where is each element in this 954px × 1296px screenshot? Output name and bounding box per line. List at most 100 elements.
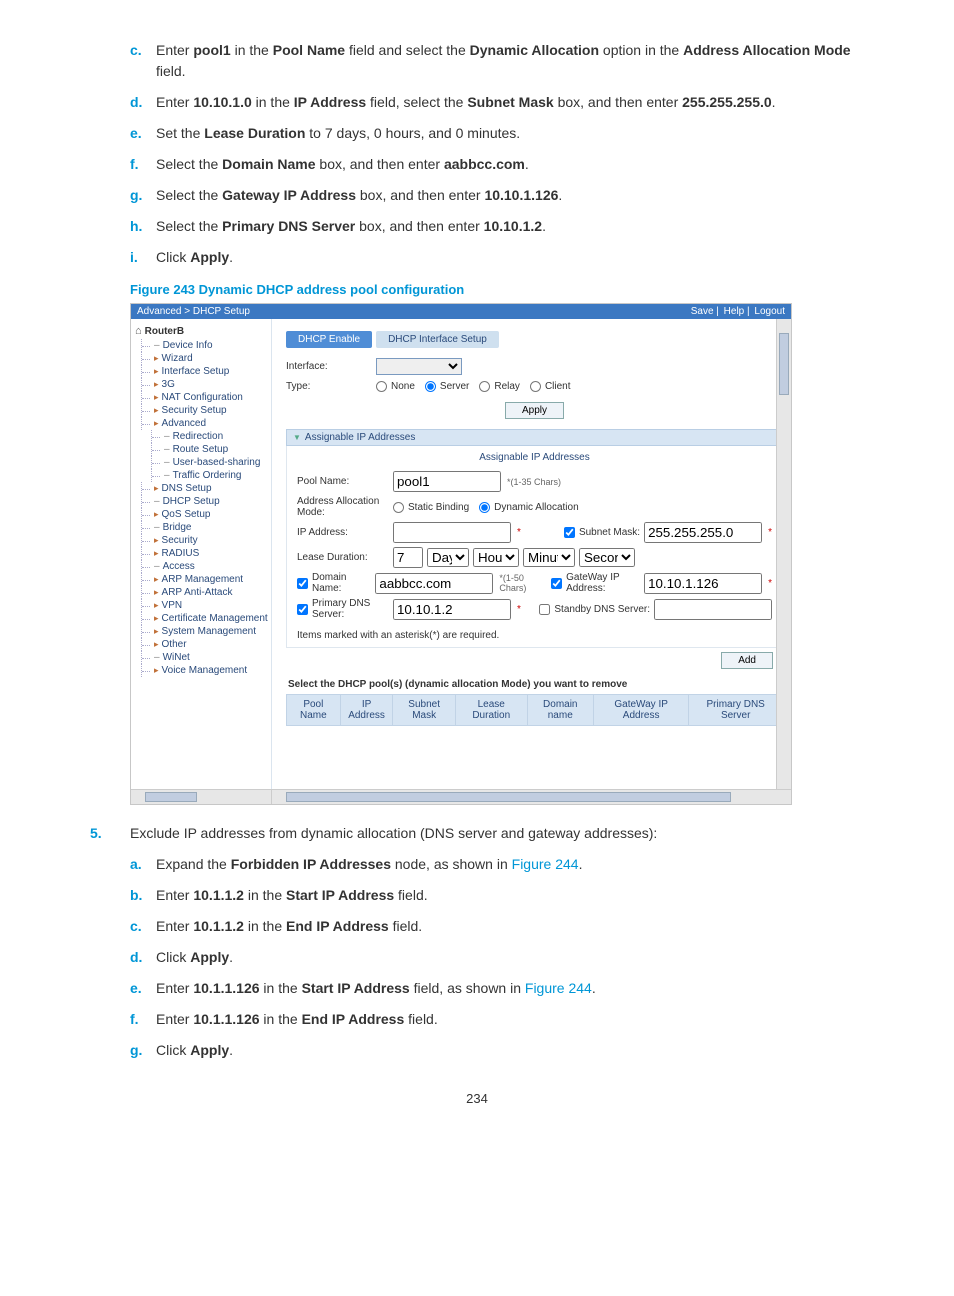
standby-dns-label: Standby DNS Server: bbox=[554, 604, 650, 615]
folder-icon: ▸ bbox=[154, 392, 159, 402]
nav-item[interactable]: ▸Advanced bbox=[141, 417, 271, 430]
nav-item[interactable]: ▸DNS Setup bbox=[141, 482, 271, 495]
gateway-checkbox[interactable] bbox=[551, 578, 562, 589]
add-button[interactable]: Add bbox=[721, 652, 773, 669]
table-header: Primary DNS Server bbox=[689, 695, 783, 726]
subnet-mask-checkbox[interactable] bbox=[564, 527, 575, 538]
nav-item[interactable]: –WiNet bbox=[141, 651, 271, 664]
step-marker: a. bbox=[130, 854, 142, 875]
help-link[interactable]: Help bbox=[724, 306, 745, 317]
lease-hour-unit[interactable]: Hour bbox=[473, 548, 519, 567]
folder-icon: ▸ bbox=[154, 574, 159, 584]
nav-tree[interactable]: RouterB –Device Info▸Wizard▸Interface Se… bbox=[131, 319, 272, 789]
nav-item[interactable]: –DHCP Setup bbox=[141, 495, 271, 508]
subnet-mask-input[interactable] bbox=[644, 522, 762, 543]
standby-dns-input[interactable] bbox=[654, 599, 772, 620]
ip-address-label: IP Address: bbox=[297, 527, 389, 538]
folder-icon: ▸ bbox=[154, 626, 159, 636]
content-pane: DHCP Enable DHCP Interface Setup Interfa… bbox=[272, 319, 791, 789]
ip-address-input[interactable] bbox=[393, 522, 511, 543]
domain-name-input[interactable] bbox=[375, 573, 493, 594]
leaf-dash-icon: – bbox=[154, 496, 160, 507]
nav-item[interactable]: ▸Security Setup bbox=[141, 404, 271, 417]
type-radio-relay[interactable]: Relay bbox=[479, 381, 520, 392]
domain-name-checkbox[interactable] bbox=[297, 578, 308, 589]
nav-label: NAT Configuration bbox=[162, 392, 243, 403]
nav-item[interactable]: ▸VPN bbox=[141, 599, 271, 612]
nav-item[interactable]: –Bridge bbox=[141, 521, 271, 534]
radio-input[interactable] bbox=[530, 381, 541, 392]
nav-item[interactable]: ▸System Management bbox=[141, 625, 271, 638]
tab-dhcp-interface-setup[interactable]: DHCP Interface Setup bbox=[376, 331, 499, 348]
leaf-dash-icon: – bbox=[154, 561, 160, 572]
apply-button[interactable]: Apply bbox=[505, 402, 564, 419]
nav-label: Advanced bbox=[162, 418, 206, 429]
instruction-item: a.Expand the Forbidden IP Addresses node… bbox=[130, 854, 864, 875]
radio-input[interactable] bbox=[479, 381, 490, 392]
primary-dns-checkbox[interactable] bbox=[297, 604, 308, 615]
nav-item[interactable]: ▸NAT Configuration bbox=[141, 391, 271, 404]
panel-title: Assignable IP Addresses bbox=[297, 452, 772, 463]
top-links: Save | Help | Logout bbox=[689, 306, 785, 317]
nav-item[interactable]: –Access bbox=[141, 560, 271, 573]
nav-item[interactable]: ▸Certificate Management bbox=[141, 612, 271, 625]
folder-icon: ▸ bbox=[154, 418, 159, 428]
vertical-scrollbar[interactable] bbox=[776, 319, 791, 789]
interface-select[interactable] bbox=[376, 358, 462, 375]
nav-item[interactable]: ▸3G bbox=[141, 378, 271, 391]
interface-label: Interface: bbox=[286, 361, 376, 372]
nav-item[interactable]: –User-based-sharing bbox=[151, 456, 271, 469]
nav-item[interactable]: ▸QoS Setup bbox=[141, 508, 271, 521]
logout-link[interactable]: Logout bbox=[754, 306, 785, 317]
radio-input[interactable] bbox=[376, 381, 387, 392]
section-header-assignable[interactable]: Assignable IP Addresses bbox=[286, 429, 783, 446]
step-marker: e. bbox=[130, 123, 142, 144]
nav-item[interactable]: ▸Wizard bbox=[141, 352, 271, 365]
instruction-item: d.Click Apply. bbox=[130, 947, 864, 968]
save-link[interactable]: Save bbox=[691, 306, 714, 317]
pool-name-input[interactable] bbox=[393, 471, 501, 492]
nav-label: Route Setup bbox=[173, 444, 229, 455]
lease-day-unit[interactable]: Day bbox=[427, 548, 469, 567]
horizontal-scrollbars[interactable] bbox=[131, 789, 791, 804]
nav-item[interactable]: ▸ARP Management bbox=[141, 573, 271, 586]
nav-item[interactable]: ▸RADIUS bbox=[141, 547, 271, 560]
leaf-dash-icon: – bbox=[164, 470, 170, 481]
type-radio-client[interactable]: Client bbox=[530, 381, 571, 392]
nav-item[interactable]: –Device Info bbox=[141, 339, 271, 352]
lease-day-input[interactable] bbox=[393, 547, 423, 568]
nav-item[interactable]: –Route Setup bbox=[151, 443, 271, 456]
step-text: Exclude IP addresses from dynamic alloca… bbox=[130, 825, 657, 841]
nav-label: Redirection bbox=[173, 431, 224, 442]
instruction-item: b.Enter 10.1.1.2 in the Start IP Address… bbox=[130, 885, 864, 906]
gateway-input[interactable] bbox=[644, 573, 762, 594]
nav-item[interactable]: ▸Other bbox=[141, 638, 271, 651]
nav-item[interactable]: ▸ARP Anti-Attack bbox=[141, 586, 271, 599]
radio-input[interactable] bbox=[425, 381, 436, 392]
nav-label: 3G bbox=[162, 379, 175, 390]
lease-second-unit[interactable]: Second bbox=[579, 548, 635, 567]
alloc-radio-static-binding[interactable]: Static Binding bbox=[393, 502, 469, 513]
device-root[interactable]: RouterB bbox=[131, 323, 271, 339]
alloc-mode-label: Address Allocation Mode: bbox=[297, 496, 389, 518]
standby-dns-checkbox[interactable] bbox=[539, 604, 550, 615]
nav-item[interactable]: ▸Interface Setup bbox=[141, 365, 271, 378]
radio-input[interactable] bbox=[479, 502, 490, 513]
folder-icon: ▸ bbox=[154, 587, 159, 597]
nav-item[interactable]: –Redirection bbox=[151, 430, 271, 443]
type-radio-server[interactable]: Server bbox=[425, 381, 469, 392]
nav-label: Security Setup bbox=[162, 405, 227, 416]
tab-dhcp-enable[interactable]: DHCP Enable bbox=[286, 331, 372, 348]
nav-item[interactable]: ▸Security bbox=[141, 534, 271, 547]
type-radio-none[interactable]: None bbox=[376, 381, 415, 392]
primary-dns-input[interactable] bbox=[393, 599, 511, 620]
page-number: 234 bbox=[90, 1091, 864, 1106]
nav-label: WiNet bbox=[163, 652, 190, 663]
nav-item[interactable]: ▸Voice Management bbox=[141, 664, 271, 677]
remove-note: Select the DHCP pool(s) (dynamic allocat… bbox=[288, 679, 783, 690]
instruction-item: c.Enter 10.1.1.2 in the End IP Address f… bbox=[130, 916, 864, 937]
nav-item[interactable]: –Traffic Ordering bbox=[151, 469, 271, 482]
alloc-radio-dynamic-allocation[interactable]: Dynamic Allocation bbox=[479, 502, 578, 513]
radio-input[interactable] bbox=[393, 502, 404, 513]
lease-minute-unit[interactable]: Minute bbox=[523, 548, 575, 567]
